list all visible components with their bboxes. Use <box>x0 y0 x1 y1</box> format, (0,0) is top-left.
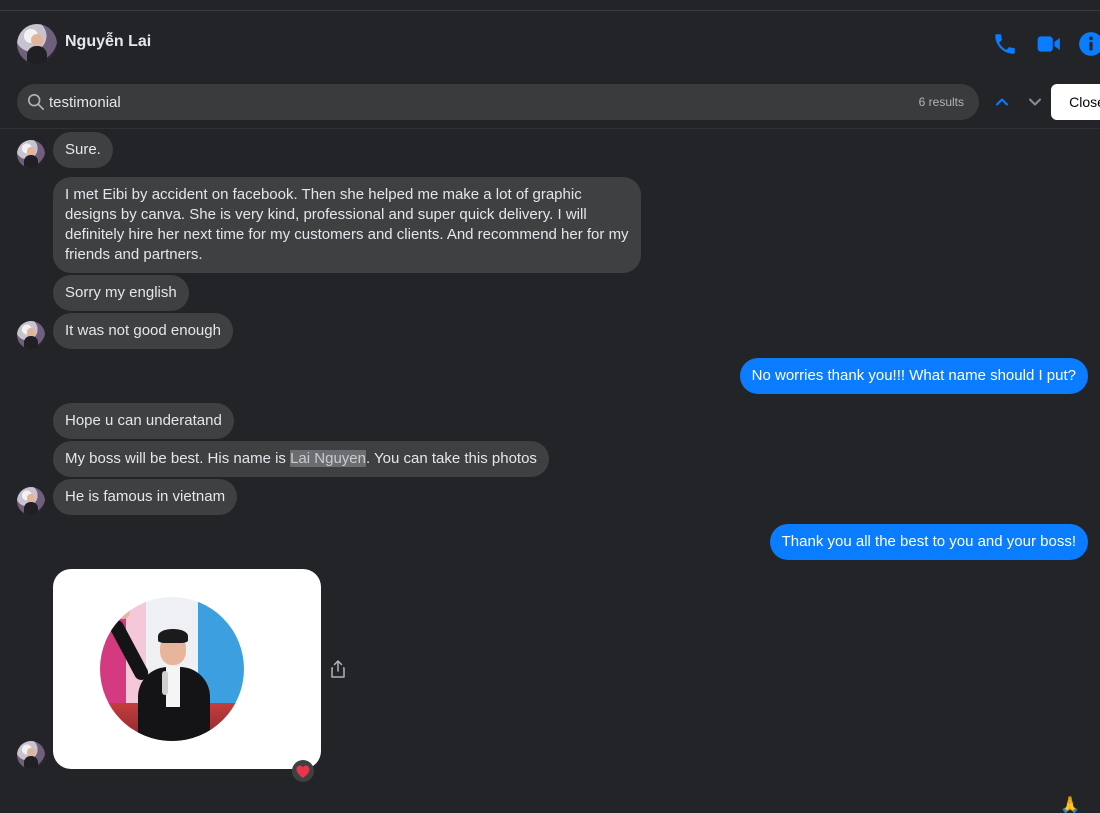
contact-avatar[interactable] <box>17 24 57 64</box>
photo-hand <box>116 603 130 619</box>
photo-raised-arm <box>107 617 151 683</box>
message-bubble[interactable]: It was not good enough <box>53 313 233 349</box>
contact-name[interactable]: Nguyễn Lai <box>65 33 151 51</box>
search-icon <box>27 93 45 111</box>
message-bubble[interactable]: Hope u can underatand <box>53 403 234 439</box>
sender-avatar[interactable] <box>17 487 45 515</box>
photo-hair <box>158 629 188 643</box>
chevron-up-icon[interactable] <box>994 94 1010 110</box>
sender-avatar[interactable] <box>17 321 45 349</box>
search-bar: 6 results <box>17 84 979 120</box>
messenger-window: Nguyễn Lai 6 results Close Sure. I met E… <box>0 0 1100 813</box>
sender-avatar[interactable] <box>17 140 45 168</box>
header-divider <box>0 128 1100 129</box>
message-bubble[interactable]: He is famous in vietnam <box>53 479 238 515</box>
photo-microphone <box>162 671 168 695</box>
video-camera-icon[interactable] <box>1036 31 1062 57</box>
search-input[interactable] <box>49 92 809 112</box>
photo-attachment[interactable] <box>53 569 321 769</box>
sender-avatar[interactable] <box>17 741 45 769</box>
folded-hands-emoji-icon: 🙏 <box>1060 797 1080 813</box>
search-highlight: Lai Nguyen <box>290 450 366 467</box>
phone-icon[interactable] <box>992 31 1018 57</box>
heart-reaction-icon[interactable] <box>292 760 314 782</box>
photo-shirt <box>166 667 180 707</box>
outgoing-message-bubble[interactable]: No worries thank you!!! What name should… <box>739 358 1088 394</box>
message-bubble[interactable]: I met Eibi by accident on facebook. Then… <box>53 177 641 273</box>
info-icon[interactable] <box>1078 31 1100 57</box>
message-text: My boss will be best. His name is <box>65 450 291 467</box>
conversation-header: Nguyễn Lai <box>0 11 1100 75</box>
close-search-button[interactable]: Close <box>1051 84 1100 120</box>
share-icon[interactable] <box>330 660 346 678</box>
message-bubble[interactable]: Sure. <box>53 132 113 168</box>
message-bubble[interactable]: My boss will be best. His name is Lai Ng… <box>53 441 549 477</box>
outgoing-message-bubble[interactable]: Thank you all the best to you and your b… <box>769 524 1088 560</box>
search-results-count: 6 results <box>918 95 964 109</box>
message-bubble[interactable]: Sorry my english <box>53 275 189 311</box>
message-text: . You can take this photos <box>365 450 537 467</box>
boss-photo <box>100 597 244 741</box>
chevron-down-icon[interactable] <box>1027 94 1043 110</box>
